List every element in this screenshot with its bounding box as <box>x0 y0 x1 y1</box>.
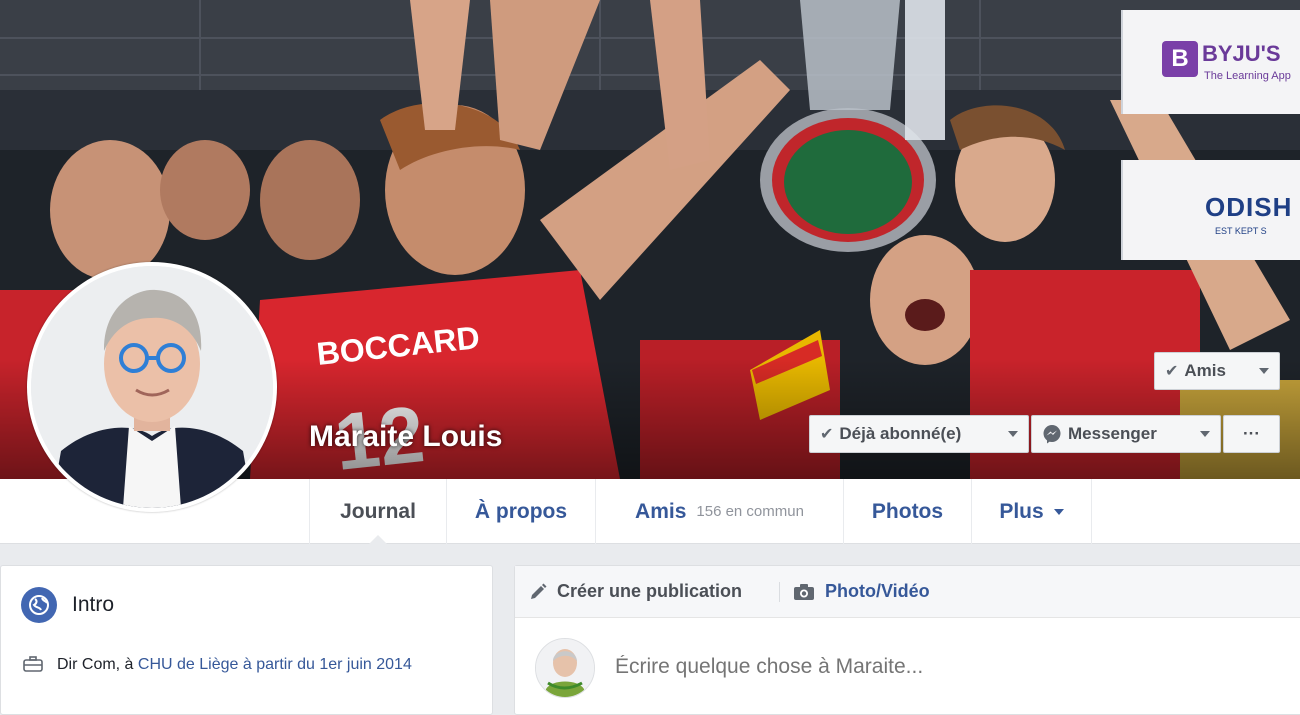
tab-label: Plus <box>999 499 1044 523</box>
briefcase-icon <box>23 656 43 672</box>
caret-icon <box>1053 508 1064 515</box>
caret-icon <box>1008 431 1018 437</box>
more-actions-button[interactable]: ··· <box>1223 415 1280 453</box>
create-post-label: Créer une publication <box>557 581 743 601</box>
more-dots-icon: ··· <box>1243 424 1260 443</box>
photo-video-tab[interactable]: Photo/Vidéo <box>793 566 930 617</box>
caret-icon <box>1200 431 1210 437</box>
mutual-friends-count: 156 en commun <box>696 503 804 520</box>
post-input[interactable] <box>613 651 1257 683</box>
messenger-icon <box>1043 425 1061 444</box>
profile-picture[interactable] <box>27 262 277 512</box>
tab-photos[interactable]: Photos <box>843 479 971 544</box>
sponsor-tagline: EST KEPT S <box>1215 226 1267 236</box>
tab-label: Journal <box>340 499 416 523</box>
sponsor-name: ODISH <box>1205 192 1293 222</box>
work-prefix: Dir Com, à <box>57 656 138 673</box>
tab-divider <box>779 582 780 602</box>
pencil-icon <box>531 583 547 599</box>
check-icon: ✔ <box>820 426 834 443</box>
viewer-avatar-image <box>536 639 594 697</box>
work-info: Dir Com, à CHU de Liège à partir du 1er … <box>57 652 437 677</box>
viewer-avatar[interactable] <box>535 638 595 698</box>
composer-tabs: Créer une publication Photo/Vidéo <box>515 566 1300 618</box>
byjus-logo-icon: B <box>1162 41 1198 77</box>
sponsor-name: BYJU'S <box>1202 41 1281 66</box>
sponsor-tagline: The Learning App <box>1204 70 1291 82</box>
sponsor-board-byjus: B BYJU'S The Learning App <box>1121 10 1300 114</box>
friends-button-label: Amis <box>1184 361 1226 380</box>
tab-label: À propos <box>474 499 568 523</box>
caret-icon <box>1259 368 1269 374</box>
tab-more[interactable]: Plus <box>971 479 1092 544</box>
globe-icon <box>21 587 57 623</box>
messenger-button[interactable]: Messenger <box>1031 415 1221 453</box>
sponsor-board-odisha: ODISH EST KEPT S <box>1121 160 1300 260</box>
tab-label: Photos <box>871 499 944 523</box>
active-tab-indicator <box>368 535 388 545</box>
tab-about[interactable]: À propos <box>446 479 595 544</box>
profile-name[interactable]: Maraite Louis <box>309 420 502 454</box>
create-post-tab[interactable]: Créer une publication <box>529 566 742 617</box>
photo-video-label: Photo/Vidéo <box>825 581 930 601</box>
profile-picture-image <box>31 266 273 508</box>
intro-card: Intro Dir Com, à CHU de Liège à partir d… <box>0 565 493 715</box>
following-button[interactable]: ✔ Déjà abonné(e) <box>809 415 1029 453</box>
following-button-label: Déjà abonné(e) <box>839 424 962 443</box>
portrait-illustration <box>31 266 273 508</box>
check-icon: ✔ <box>1165 363 1179 380</box>
post-composer: Créer une publication Photo/Vidéo <box>514 565 1300 715</box>
intro-title: Intro <box>72 593 115 616</box>
camera-icon <box>794 583 814 600</box>
employer-link[interactable]: CHU de Liège à partir du 1er juin 2014 <box>138 656 412 673</box>
tab-label: Amis <box>635 499 687 523</box>
tab-friends[interactable]: Amis 156 en commun <box>595 479 843 544</box>
friends-button[interactable]: ✔ Amis <box>1154 352 1280 390</box>
messenger-button-label: Messenger <box>1068 424 1157 443</box>
